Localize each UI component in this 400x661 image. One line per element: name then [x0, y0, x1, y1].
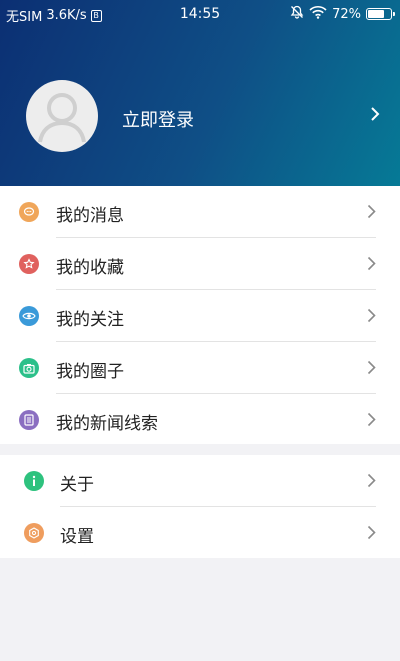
- chevron-right-icon[interactable]: [370, 106, 380, 126]
- menu-label-following: 我的关注: [56, 310, 124, 330]
- wifi-icon: [309, 5, 327, 23]
- chevron-right-icon: [367, 360, 376, 379]
- menu-item-circles[interactable]: 我的圈子: [0, 342, 400, 394]
- menu-label-messages: 我的消息: [56, 206, 124, 226]
- menu-section-main: 我的消息 我的收藏 我的关注 我的圈子 我的新闻线索: [0, 186, 400, 444]
- battery-percent: 72%: [332, 6, 361, 22]
- document-icon: [19, 410, 39, 430]
- menu-label-favorites: 我的收藏: [56, 258, 124, 278]
- menu-label-about: 关于: [60, 475, 94, 495]
- chevron-right-icon: [367, 256, 376, 275]
- menu-item-news-tips[interactable]: 我的新闻线索: [0, 394, 400, 446]
- menu-item-favorites[interactable]: 我的收藏: [0, 238, 400, 290]
- mute-bell-icon: [290, 5, 304, 23]
- menu-item-about[interactable]: 关于: [0, 455, 400, 507]
- menu-label-circles: 我的圈子: [56, 362, 124, 382]
- chevron-right-icon: [367, 473, 376, 492]
- menu-label-news-tips: 我的新闻线索: [56, 414, 158, 434]
- chevron-right-icon: [367, 204, 376, 223]
- battery-fill: [368, 10, 384, 18]
- chevron-right-icon: [367, 308, 376, 327]
- login-label[interactable]: 立即登录: [122, 106, 194, 132]
- chevron-right-icon: [367, 412, 376, 431]
- profile-header: 无SIM 3.6K/s B 14:55 72% 立即登录: [0, 0, 400, 186]
- menu-label-settings: 设置: [60, 527, 94, 547]
- gear-icon: [24, 523, 44, 543]
- chevron-right-icon: [367, 525, 376, 544]
- menu-section-settings: 关于 设置: [0, 455, 400, 558]
- menu-item-settings[interactable]: 设置: [0, 507, 400, 559]
- avatar[interactable]: [26, 80, 98, 152]
- info-icon: [24, 471, 44, 491]
- message-icon: [19, 202, 39, 222]
- star-icon: [19, 254, 39, 274]
- status-bar: 无SIM 3.6K/s B 14:55 72%: [0, 0, 400, 28]
- camera-icon: [19, 358, 39, 378]
- menu-item-messages[interactable]: 我的消息: [0, 186, 400, 238]
- menu-item-following[interactable]: 我的关注: [0, 290, 400, 342]
- battery-icon: [366, 8, 395, 20]
- status-right: 72%: [290, 5, 395, 23]
- user-placeholder-icon: [38, 93, 86, 143]
- eye-icon: [19, 306, 39, 326]
- login-row[interactable]: 立即登录: [0, 70, 400, 162]
